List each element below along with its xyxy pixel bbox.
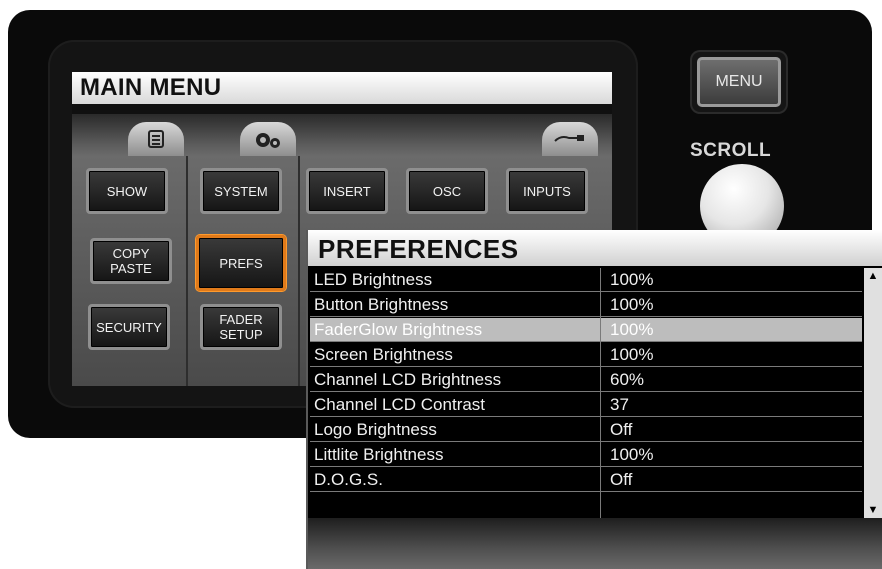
menu-hardware-button[interactable]: MENU [697,57,781,107]
copy-paste-button[interactable]: COPY PASTE [90,238,172,284]
preferences-panel: PREFERENCES LED Brightness 100% Button B… [308,230,882,569]
pref-value: 100% [610,445,654,464]
list-icon [128,130,184,152]
pref-row-dogs[interactable]: D.O.G.S. Off [310,468,862,492]
pref-value: Off [610,470,633,489]
scroll-label: SCROLL [690,140,772,161]
preferences-scrollbar[interactable]: ▲ ▼ [864,268,882,518]
pref-row-button-brightness[interactable]: Button Brightness 100% [310,293,862,317]
pref-row-littlite-brightness[interactable]: Littlite Brightness 100% [310,443,862,467]
show-button[interactable]: SHOW [86,168,168,214]
pref-row-faderglow-brightness[interactable]: FaderGlow Brightness 100% [310,318,862,342]
pref-value: Off [610,420,633,439]
grid-divider [298,156,300,386]
preferences-title: PREFERENCES [308,230,882,266]
osc-button[interactable]: OSC [406,168,488,214]
pref-value: 100% [610,345,654,364]
system-button[interactable]: SYSTEM [200,168,282,214]
pref-value: 100% [610,295,654,314]
pref-name: Littlite Brightness [314,445,444,464]
pref-row-channel-lcd-contrast[interactable]: Channel LCD Contrast 37 [310,393,862,417]
security-button[interactable]: SECURITY [88,304,170,350]
pref-name: LED Brightness [314,270,433,289]
gears-icon [240,130,296,154]
pref-value: 60% [610,370,645,389]
pref-name: Screen Brightness [314,345,453,364]
pref-name: Logo Brightness [314,420,437,439]
prefs-button[interactable]: PREFS [196,235,286,291]
pref-name: FaderGlow Brightness [314,320,483,339]
inputs-button[interactable]: INPUTS [506,168,588,214]
pref-row-empty [310,493,862,517]
pref-name: Channel LCD Contrast [314,395,486,414]
grid-divider [186,156,188,386]
pref-row-screen-brightness[interactable]: Screen Brightness 100% [310,343,862,367]
scroll-up-arrow-icon[interactable]: ▲ [864,268,882,284]
pref-value: 100% [610,270,654,289]
pref-name: D.O.G.S. [314,470,383,489]
pref-row-led-brightness[interactable]: LED Brightness 100% [310,268,862,292]
preferences-footer [308,518,882,569]
preferences-table: LED Brightness 100% Button Brightness 10… [310,268,862,548]
column-divider [600,268,601,548]
insert-button[interactable]: INSERT [306,168,388,214]
pref-value: 37 [610,395,629,414]
scroll-down-arrow-icon[interactable]: ▼ [864,502,882,518]
pref-value: 100% [610,320,654,339]
main-menu-title: MAIN MENU [72,72,612,104]
pref-row-logo-brightness[interactable]: Logo Brightness Off [310,418,862,442]
pref-name: Button Brightness [314,295,449,314]
pref-name: Channel LCD Brightness [314,370,502,389]
fader-setup-button[interactable]: FADER SETUP [200,304,282,350]
pref-row-channel-lcd-brightness[interactable]: Channel LCD Brightness 60% [310,368,862,392]
cable-icon [542,130,598,150]
